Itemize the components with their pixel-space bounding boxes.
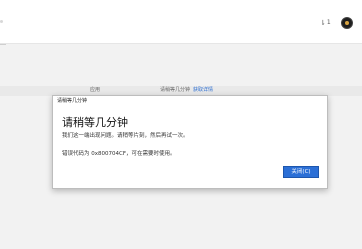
notification-count: 1 [326, 19, 331, 26]
avatar[interactable] [341, 17, 353, 29]
error-dialog: 请稍等几分钟 请稍等几分钟 我们这一端出现问题。请稍等片刻，然后再试一次。 错误… [52, 95, 328, 189]
close-button[interactable]: 关闭(C) [283, 166, 319, 178]
dialog-heading: 请稍等几分钟 [62, 116, 128, 129]
user-indicator[interactable]: ⇂ 1 [320, 19, 331, 27]
top-bar [0, 0, 362, 44]
details-link[interactable]: 获取详情 [193, 87, 213, 93]
side-dot [0, 20, 3, 23]
store-page: ⇂ 1 应用 请稍等几分钟 获取详情 请稍等几分钟 请稍等几分钟 我们这一端出现问… [0, 0, 362, 249]
band-col1-label: 应用 [90, 87, 101, 93]
dialog-error-code: 错误代码为 0x800704CF，可在需要时使用。 [62, 151, 176, 157]
band-col2: 请稍等几分钟 获取详情 [160, 87, 213, 94]
dialog-title: 请稍等几分钟 [57, 98, 88, 104]
band-col2-label: 请稍等几分钟 [160, 87, 191, 93]
user-indicator-icon: ⇂ [320, 19, 326, 27]
edge-divider [0, 44, 6, 45]
dialog-message: 我们这一端出现问题。请稍等片刻，然后再试一次。 [62, 133, 189, 139]
